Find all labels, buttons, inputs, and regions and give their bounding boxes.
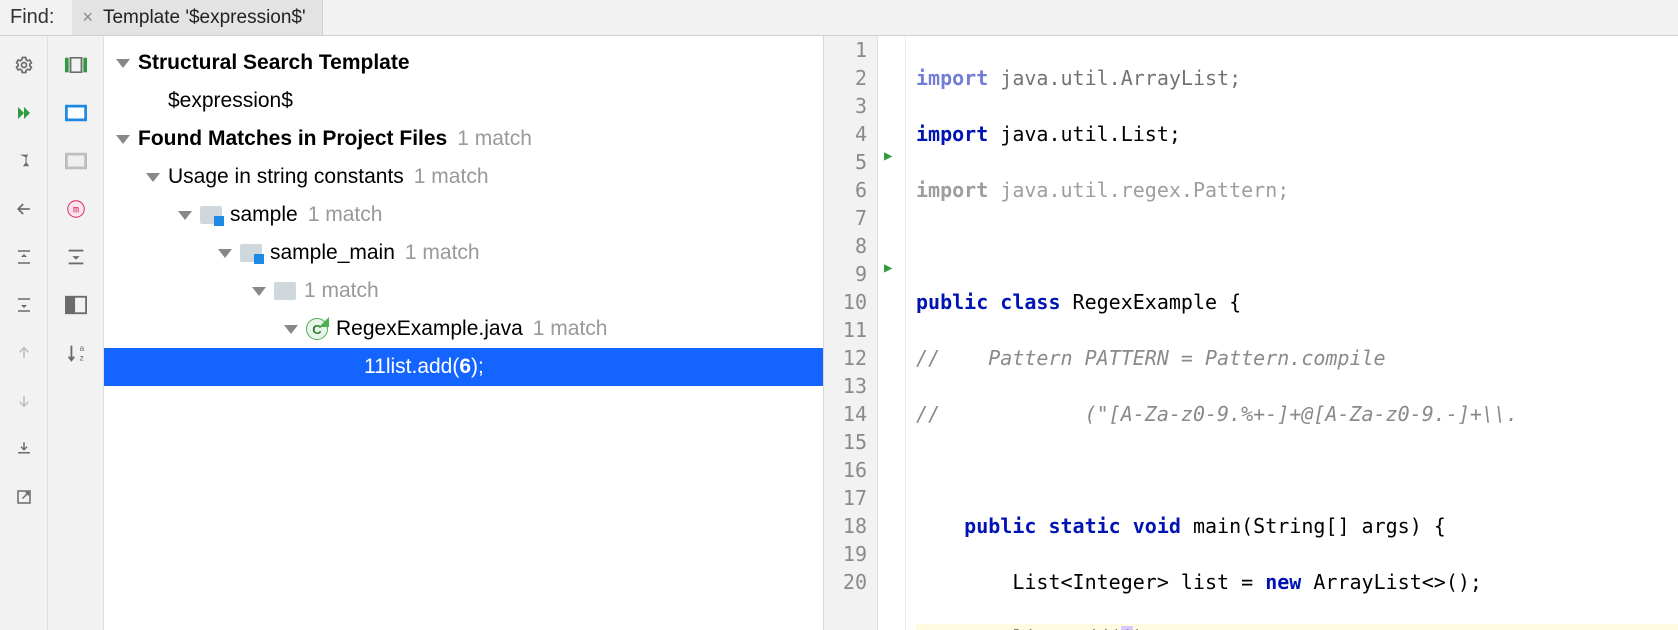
arrow-down-icon[interactable] [9,386,39,416]
find-tab[interactable]: × Template '$expression$' [72,0,322,35]
find-bar: Find: × Template '$expression$' [0,0,1678,36]
match-bold: 6 [459,355,471,379]
preview-icon[interactable] [61,290,91,320]
import-icon[interactable] [9,434,39,464]
sort-alpha-icon[interactable]: az [61,338,91,368]
folder-icon [274,282,296,300]
expression-text: $expression$ [168,89,293,113]
tool-rail-right: m az [48,36,104,630]
match-line-num: 11 [364,355,386,379]
svg-text:z: z [79,353,83,362]
code-body[interactable]: import java.util.ArrayList; import java.… [906,36,1678,630]
pkg-label: sample [230,203,298,227]
package-icon [200,206,222,224]
dir-count: 1 match [304,279,379,303]
filter-by-module-icon[interactable] [61,146,91,176]
usage-label: Usage in string constants [168,165,404,189]
code-preview: 1 2 3 4 5 6 7 8 9 10 11 12 13 14 15 16 1… [824,36,1678,630]
collapse-all-icon[interactable] [9,290,39,320]
tree-pkg[interactable]: sample 1 match [104,196,823,234]
tree-file[interactable]: C RegexExample.java 1 match [104,310,823,348]
file-label: RegexExample.java [336,317,523,341]
svg-text:a: a [79,344,84,353]
pkg2-count: 1 match [405,241,480,265]
tree-root[interactable]: Structural Search Template [104,44,823,82]
chevron-down-icon[interactable] [284,325,298,334]
scope-icon[interactable] [61,98,91,128]
svg-text:m: m [72,205,78,216]
pin-icon[interactable] [9,146,39,176]
found-count: 1 match [457,127,532,151]
tool-rail-left [0,36,48,630]
found-label: Found Matches in Project Files [138,127,447,151]
expand-all-icon[interactable] [9,242,39,272]
pkg-count: 1 match [308,203,383,227]
match-post: ); [471,355,484,379]
package-icon [240,244,262,262]
expand-tree-icon[interactable] [61,242,91,272]
usage-count: 1 match [414,165,489,189]
file-count: 1 match [533,317,608,341]
tree-expr[interactable]: $expression$ [104,82,823,120]
run-marker-icon[interactable]: ▶ [884,148,892,164]
arrow-left-icon[interactable] [9,194,39,224]
chevron-down-icon[interactable] [116,59,130,68]
class-file-icon: C [306,318,328,340]
chevron-down-icon[interactable] [146,173,160,182]
run-marker-icon[interactable]: ▶ [884,260,892,276]
gear-icon[interactable] [9,50,39,80]
chevron-down-icon[interactable] [116,135,130,144]
chevron-down-icon[interactable] [178,211,192,220]
tree-pkg2[interactable]: sample_main 1 match [104,234,823,272]
tree-found[interactable]: Found Matches in Project Files 1 match [104,120,823,158]
line-gutter: 1 2 3 4 5 6 7 8 9 10 11 12 13 14 15 16 1… [824,36,878,630]
rerun-icon[interactable] [9,98,39,128]
chevron-down-icon[interactable] [218,249,232,258]
find-label: Find: [0,6,72,29]
tree-dir[interactable]: 1 match [104,272,823,310]
run-gutter: ▶ ▶ [878,36,906,630]
arrow-up-icon[interactable] [9,338,39,368]
match-case-icon[interactable]: m [61,194,91,224]
export-icon[interactable] [9,482,39,512]
tree-usage[interactable]: Usage in string constants 1 match [104,158,823,196]
results-tree[interactable]: Structural Search Template $expression$ … [104,36,824,630]
group-usages-icon[interactable] [61,50,91,80]
tree-root-label: Structural Search Template [138,51,410,75]
pkg2-label: sample_main [270,241,395,265]
chevron-down-icon[interactable] [252,287,266,296]
tree-match[interactable]: 11 list.add(6); [104,348,823,386]
find-tab-text: Template '$expression$' [103,7,306,29]
close-icon[interactable]: × [82,7,93,28]
match-pre: list.add( [386,355,460,379]
